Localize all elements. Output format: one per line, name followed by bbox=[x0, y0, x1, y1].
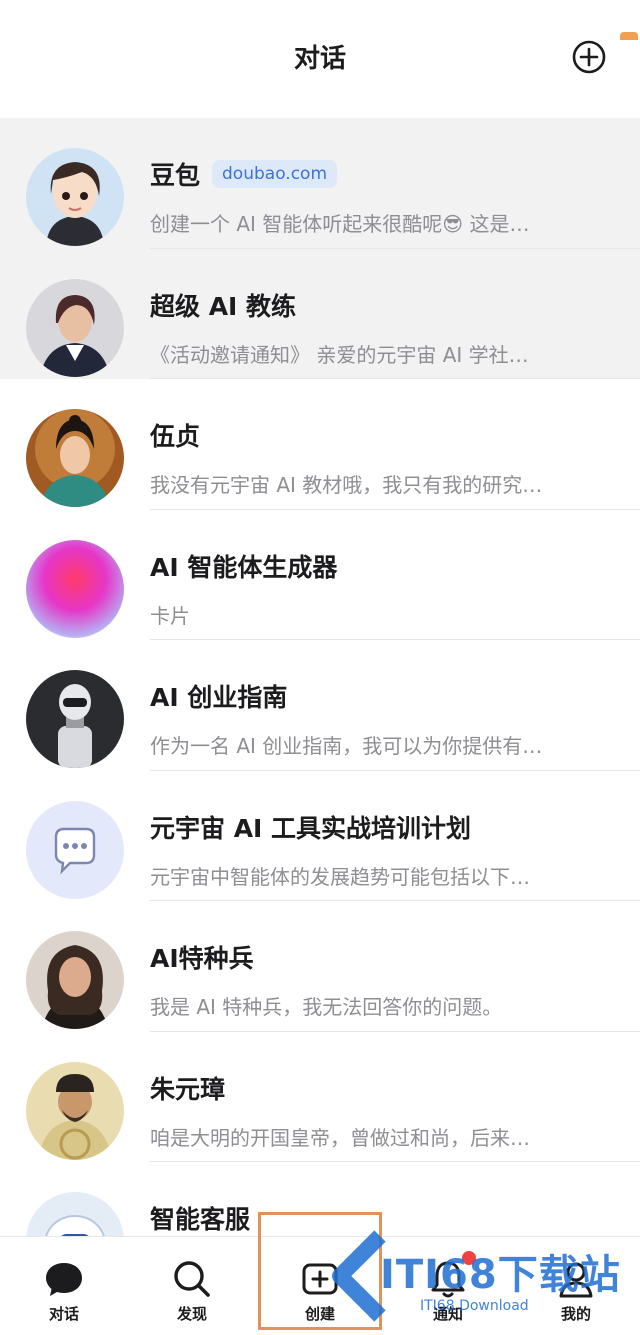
avatar bbox=[26, 670, 124, 768]
chat-item-ai-agent-generator[interactable]: AI 智能体生成器 卡片 bbox=[0, 510, 640, 640]
search-icon bbox=[174, 1261, 210, 1297]
chat-list: 豆包 doubao.com 创建一个 AI 智能体听起来很酷呢😎 这是… 超级 … bbox=[0, 118, 640, 1293]
watermark-subtext: ITI68 Download bbox=[420, 1298, 529, 1314]
avatar bbox=[26, 800, 124, 899]
chat-item-doubao[interactable]: 豆包 doubao.com 创建一个 AI 智能体听起来很酷呢😎 这是… bbox=[0, 118, 640, 249]
chat-preview: 创建一个 AI 智能体听起来很酷呢😎 这是… bbox=[150, 212, 530, 236]
domain-badge: doubao.com bbox=[212, 160, 338, 188]
chat-bubble-icon bbox=[46, 1263, 82, 1296]
chat-item-zhu-yuanzhang[interactable]: 朱元璋 咱是大明的开国皇帝，曾做过和尚，后来… bbox=[0, 1032, 640, 1162]
chat-item-wuzhen[interactable]: 伍贞 我没有元宇宙 AI 教材哦，我只有我的研究… bbox=[0, 379, 640, 510]
chat-name: 元宇宙 AI 工具实战培训计划 bbox=[150, 813, 472, 843]
tab-label: 对话 bbox=[48, 1305, 79, 1323]
chat-name: AI 智能体生成器 bbox=[150, 552, 338, 582]
chat-name: 超级 AI 教练 bbox=[150, 291, 297, 321]
chat-preview: 我没有元宇宙 AI 教材哦，我只有我的研究… bbox=[150, 473, 543, 497]
chat-preview: 我是 AI 特种兵，我无法回答你的问题。 bbox=[150, 995, 503, 1019]
chat-preview: 《活动邀请通知》 亲爱的元宇宙 AI 学社… bbox=[150, 342, 529, 367]
header: 对话 bbox=[0, 0, 640, 118]
plus-circle-icon bbox=[572, 40, 606, 74]
chat-preview: 元宇宙中智能体的发展趋势可能包括以下… bbox=[150, 864, 530, 889]
add-chat-button[interactable] bbox=[572, 40, 606, 74]
avatar bbox=[26, 1061, 124, 1160]
page-title: 对话 bbox=[293, 44, 346, 74]
tab-discover[interactable]: 发现 bbox=[128, 1237, 256, 1335]
watermark: ITI68下载站 ITI68 Download bbox=[320, 1222, 640, 1332]
chat-preview: 咱是大明的开国皇帝，曾做过和尚，后来… bbox=[150, 1125, 530, 1150]
chat-name: AI特种兵 bbox=[150, 944, 254, 973]
chat-name: 朱元璋 bbox=[150, 1074, 226, 1104]
avatar bbox=[26, 278, 124, 377]
chat-name: 伍贞 bbox=[150, 422, 201, 451]
chat-name: 智能客服 bbox=[150, 1205, 251, 1234]
avatar bbox=[26, 409, 124, 507]
chat-item-ai-startup-guide[interactable]: AI 创业指南 作为一名 AI 创业指南，我可以为你提供有… bbox=[0, 640, 640, 771]
chat-name: 豆包 bbox=[150, 161, 201, 190]
chat-preview: 作为一名 AI 创业指南，我可以为你提供有… bbox=[150, 734, 543, 758]
tab-label: 发现 bbox=[176, 1305, 207, 1323]
corner-mark bbox=[620, 32, 638, 40]
avatar bbox=[26, 931, 124, 1029]
chat-preview: 卡片 bbox=[150, 603, 190, 628]
chat-item-metaverse-ai-training[interactable]: 元宇宙 AI 工具实战培训计划 元宇宙中智能体的发展趋势可能包括以下… bbox=[0, 771, 640, 901]
tab-chat[interactable]: 对话 bbox=[0, 1237, 128, 1335]
avatar bbox=[26, 148, 124, 246]
avatar bbox=[26, 539, 124, 638]
chat-name: AI 创业指南 bbox=[150, 683, 288, 712]
watermark-text: ITI68下载站 bbox=[380, 1252, 621, 1298]
chat-item-ai-special-forces[interactable]: AI特种兵 我是 AI 特种兵，我无法回答你的问题。 bbox=[0, 901, 640, 1032]
chat-item-super-ai-coach[interactable]: 超级 AI 教练 《活动邀请通知》 亲爱的元宇宙 AI 学社… bbox=[0, 248, 640, 379]
